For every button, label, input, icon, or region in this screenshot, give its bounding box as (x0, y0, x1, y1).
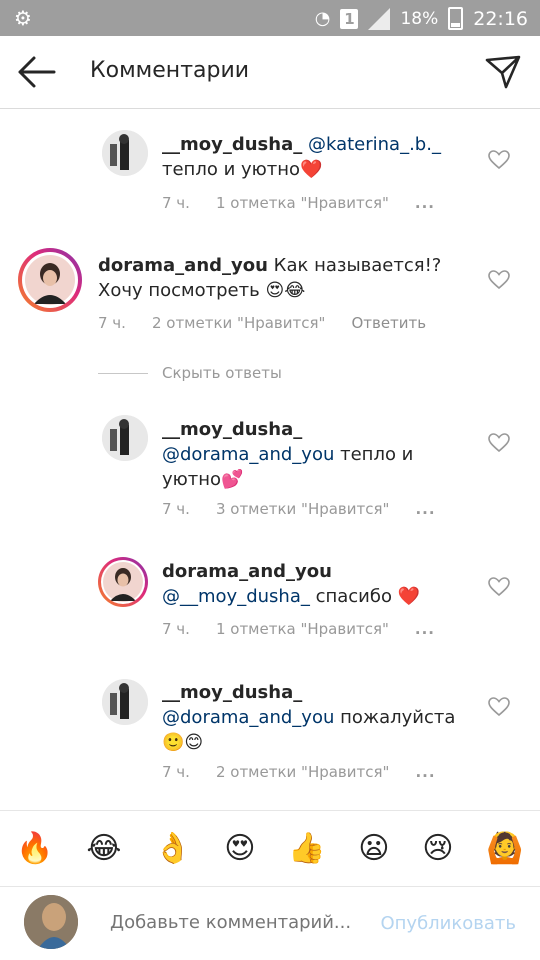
comment-input[interactable] (108, 911, 372, 934)
comment-mention[interactable]: @__moy_dusha_ (162, 586, 310, 607)
comment-likes[interactable]: 1 отметка "Нравится" (216, 620, 389, 638)
comment-mention[interactable]: @dorama_and_you (162, 707, 334, 728)
comment-emoji: ❤️ (300, 159, 323, 180)
comment-time: 7 ч. (162, 194, 190, 212)
comment-meta: 7 ч. 2 отметки "Нравится" ... (162, 763, 462, 781)
comment-meta: 7 ч. 1 отметка "Нравится" ... (162, 194, 461, 212)
like-heart-icon[interactable] (488, 697, 510, 717)
comment-username[interactable]: __moy_dusha_ (162, 682, 302, 703)
avatar-image (102, 415, 148, 461)
status-bar: ⚙ ◔ 1 18% 22:16 (0, 0, 540, 36)
ok-hand-emoji-button[interactable]: 👌 (154, 831, 191, 866)
avatar-image (102, 130, 148, 176)
comment-meta: 7 ч. 2 отметки "Нравится" Ответить (98, 314, 452, 332)
like-heart-icon[interactable] (488, 433, 510, 453)
wifi-icon: ◔ (314, 8, 331, 29)
heart-eyes-emoji-button[interactable]: 😍 (224, 831, 255, 866)
signal-icon (368, 7, 391, 30)
back-arrow-icon[interactable] (16, 54, 56, 90)
header-bar: Комментарии (0, 36, 540, 109)
comment-time: 7 ч. (162, 763, 190, 781)
reply-button[interactable]: Ответить (351, 314, 426, 332)
gesture-emoji-button[interactable]: 🙆 (486, 831, 523, 866)
more-options-icon[interactable]: ... (415, 620, 435, 638)
comment-time: 7 ч. (162, 620, 190, 638)
emoji-quick-bar: 🔥 😂 👌 😍 👍 😦 😢 🙆 (0, 810, 540, 887)
like-heart-icon[interactable] (488, 270, 510, 290)
clock: 22:16 (473, 7, 528, 30)
avatar[interactable] (102, 130, 148, 176)
comment-item: __moy_dusha_ @dorama_and_you тепло и уют… (0, 395, 540, 535)
comment-item: dorama_and_you Как называется!? Хочу пос… (0, 228, 540, 348)
notification-icon: ⚙ (14, 6, 32, 30)
comment-text: dorama_and_you @__moy_dusha_ спасибо ❤️ (162, 559, 472, 609)
battery-percent: 18% (400, 8, 439, 29)
avatar[interactable] (22, 252, 78, 308)
comment-username[interactable]: __moy_dusha_ (162, 419, 302, 440)
battery-icon (448, 7, 464, 30)
avatar-image (24, 895, 78, 949)
frowning-emoji-button[interactable]: 😦 (358, 831, 389, 866)
comment-username[interactable]: __moy_dusha_ (162, 134, 302, 155)
crying-emoji-button[interactable]: 😢 (422, 831, 453, 866)
comment-item: __moy_dusha_ @dorama_and_you пожалуйста … (0, 655, 540, 795)
comment-text: __moy_dusha_ @dorama_and_you пожалуйста … (162, 680, 472, 755)
hide-replies-label: Скрыть ответы (162, 364, 282, 382)
comment-composer: Опубликовать (0, 885, 540, 960)
comment-username[interactable]: dorama_and_you (162, 561, 332, 582)
sim-icon: 1 (340, 8, 359, 29)
comment-emoji: ❤️ (397, 586, 421, 607)
more-options-icon[interactable]: ... (415, 763, 435, 781)
direct-send-icon[interactable] (484, 54, 522, 90)
like-heart-icon[interactable] (488, 577, 510, 597)
comment-likes[interactable]: 2 отметки "Нравится" (216, 763, 389, 781)
comment-likes[interactable]: 1 отметка "Нравится" (216, 194, 389, 212)
comment-emoji: 🙂😊 (162, 732, 204, 753)
comment-body: пожалуйста (340, 707, 456, 728)
comment-emoji: 😍😂 (265, 280, 306, 301)
comment-mention[interactable]: @dorama_and_you (162, 444, 334, 465)
avatar-image (103, 562, 143, 602)
comment-body: тепло и уютно (162, 159, 301, 180)
comment-item: dorama_and_you @__moy_dusha_ спасибо ❤️ … (0, 535, 540, 655)
avatar[interactable] (102, 415, 148, 461)
my-avatar (24, 895, 78, 949)
comment-likes[interactable]: 2 отметки "Нравится" (152, 314, 325, 332)
comment-meta: 7 ч. 3 отметки "Нравится" ... (162, 500, 462, 518)
avatar[interactable] (101, 560, 145, 604)
comment-emoji: 💕 (221, 469, 244, 490)
fire-emoji-button[interactable]: 🔥 (16, 831, 53, 866)
avatar[interactable] (102, 679, 148, 725)
thumbs-up-emoji-button[interactable]: 👍 (288, 831, 325, 866)
comment-text: __moy_dusha_ @katerina_.b._ тепло и уютн… (162, 132, 472, 182)
comment-text: dorama_and_you Как называется!? Хочу пос… (98, 253, 458, 303)
hide-replies-toggle[interactable]: Скрыть ответы (98, 364, 282, 382)
comment-text: __moy_dusha_ @dorama_and_you тепло и уют… (162, 417, 462, 492)
laughing-emoji-button[interactable]: 😂 (86, 831, 121, 866)
comment-time: 7 ч. (162, 500, 190, 518)
comment-body: спасибо (315, 586, 392, 607)
more-options-icon[interactable]: ... (415, 500, 435, 518)
page-title: Комментарии (90, 58, 250, 83)
like-heart-icon[interactable] (488, 150, 510, 170)
comment-likes[interactable]: 3 отметки "Нравится" (216, 500, 389, 518)
comment-mention[interactable]: @katerina_.b._ (308, 134, 441, 155)
more-options-icon[interactable]: ... (415, 194, 435, 212)
divider (98, 372, 148, 374)
publish-button[interactable]: Опубликовать (380, 913, 516, 934)
comment-time: 7 ч. (98, 314, 126, 332)
comment-username[interactable]: dorama_and_you (98, 255, 268, 276)
avatar-image (25, 255, 75, 305)
avatar-image (102, 679, 148, 725)
comment-meta: 7 ч. 1 отметка "Нравится" ... (162, 620, 461, 638)
comment-item: __moy_dusha_ @katerina_.b._ тепло и уютн… (0, 108, 540, 228)
